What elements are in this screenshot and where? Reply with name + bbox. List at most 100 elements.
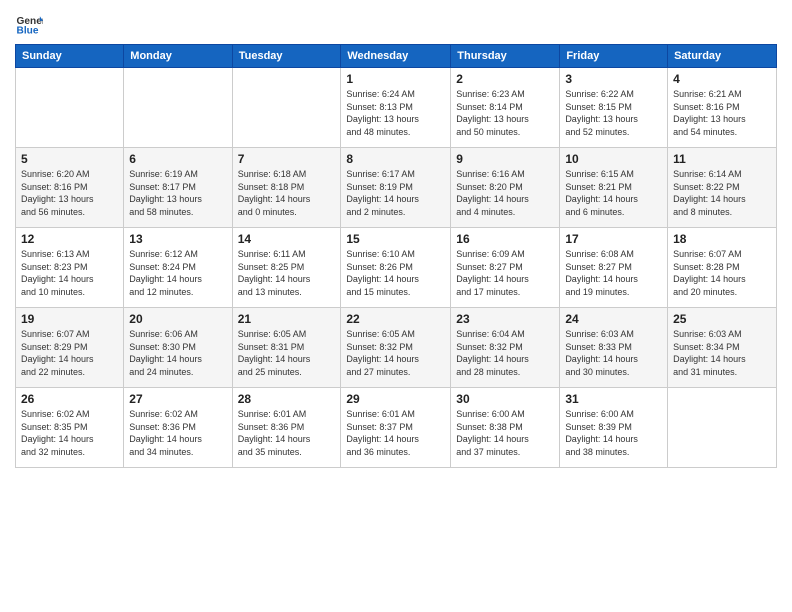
day-cell: 3 Sunrise: 6:22 AM Sunset: 8:15 PM Daylig… xyxy=(560,68,668,148)
day-number: 6 xyxy=(129,152,226,166)
weekday-header-thursday: Thursday xyxy=(451,45,560,68)
day-number: 19 xyxy=(21,312,118,326)
day-cell: 17Sunrise: 6:08 AM Sunset: 8:27 PM Dayli… xyxy=(560,228,668,308)
day-info: Sunrise: 6:11 AM Sunset: 8:25 PM Dayligh… xyxy=(238,248,336,298)
day-number: 30 xyxy=(456,392,554,406)
day-cell xyxy=(16,68,124,148)
day-cell: 20Sunrise: 6:06 AM Sunset: 8:30 PM Dayli… xyxy=(124,308,232,388)
week-row-1: 5 Sunrise: 6:20 AM Sunset: 8:16 PM Daylig… xyxy=(16,148,777,228)
day-info: Sunrise: 6:22 AM Sunset: 8:15 PM Dayligh… xyxy=(565,88,662,138)
day-cell: 4 Sunrise: 6:21 AM Sunset: 8:16 PM Daylig… xyxy=(668,68,777,148)
day-cell: 11 Sunrise: 6:14 AM Sunset: 8:22 PM Dayli… xyxy=(668,148,777,228)
day-number: 25 xyxy=(673,312,771,326)
day-info: Sunrise: 6:13 AM Sunset: 8:23 PM Dayligh… xyxy=(21,248,118,298)
day-cell: 29 Sunrise: 6:01 AM Sunset: 8:37 PM Dayli… xyxy=(341,388,451,468)
weekday-header-saturday: Saturday xyxy=(668,45,777,68)
day-number: 2 xyxy=(456,72,554,86)
day-cell xyxy=(668,388,777,468)
day-number: 9 xyxy=(456,152,554,166)
logo-icon: General Blue xyxy=(15,10,43,38)
day-info: Sunrise: 6:12 AM Sunset: 8:24 PM Dayligh… xyxy=(129,248,226,298)
day-cell: 28 Sunrise: 6:01 AM Sunset: 8:36 PM Dayli… xyxy=(232,388,341,468)
week-row-2: 12 Sunrise: 6:13 AM Sunset: 8:23 PM Dayli… xyxy=(16,228,777,308)
day-info: Sunrise: 6:02 AM Sunset: 8:35 PM Dayligh… xyxy=(21,408,118,458)
day-number: 18 xyxy=(673,232,771,246)
day-info: Sunrise: 6:06 AM Sunset: 8:30 PM Dayligh… xyxy=(129,328,226,378)
day-cell: 31 Sunrise: 6:00 AM Sunset: 8:39 PM Dayli… xyxy=(560,388,668,468)
week-row-4: 26 Sunrise: 6:02 AM Sunset: 8:35 PM Dayli… xyxy=(16,388,777,468)
svg-text:Blue: Blue xyxy=(17,25,39,36)
day-info: Sunrise: 6:07 AM Sunset: 8:28 PM Dayligh… xyxy=(673,248,771,298)
weekday-header-sunday: Sunday xyxy=(16,45,124,68)
weekday-header-tuesday: Tuesday xyxy=(232,45,341,68)
calendar-table: SundayMondayTuesdayWednesdayThursdayFrid… xyxy=(15,44,777,468)
day-info: Sunrise: 6:18 AM Sunset: 8:18 PM Dayligh… xyxy=(238,168,336,218)
day-number: 4 xyxy=(673,72,771,86)
day-number: 12 xyxy=(21,232,118,246)
day-number: 15 xyxy=(346,232,445,246)
week-row-3: 19 Sunrise: 6:07 AM Sunset: 8:29 PM Dayli… xyxy=(16,308,777,388)
day-info: Sunrise: 6:01 AM Sunset: 8:37 PM Dayligh… xyxy=(346,408,445,458)
day-cell: 7 Sunrise: 6:18 AM Sunset: 8:18 PM Daylig… xyxy=(232,148,341,228)
day-cell: 22Sunrise: 6:05 AM Sunset: 8:32 PM Dayli… xyxy=(341,308,451,388)
day-number: 31 xyxy=(565,392,662,406)
day-cell: 21Sunrise: 6:05 AM Sunset: 8:31 PM Dayli… xyxy=(232,308,341,388)
day-info: Sunrise: 6:09 AM Sunset: 8:27 PM Dayligh… xyxy=(456,248,554,298)
day-info: Sunrise: 6:17 AM Sunset: 8:19 PM Dayligh… xyxy=(346,168,445,218)
day-number: 10 xyxy=(565,152,662,166)
day-cell: 24 Sunrise: 6:03 AM Sunset: 8:33 PM Dayli… xyxy=(560,308,668,388)
day-info: Sunrise: 6:23 AM Sunset: 8:14 PM Dayligh… xyxy=(456,88,554,138)
day-number: 5 xyxy=(21,152,118,166)
weekday-row: SundayMondayTuesdayWednesdayThursdayFrid… xyxy=(16,45,777,68)
day-number: 26 xyxy=(21,392,118,406)
day-cell: 30 Sunrise: 6:00 AM Sunset: 8:38 PM Dayli… xyxy=(451,388,560,468)
calendar-header: SundayMondayTuesdayWednesdayThursdayFrid… xyxy=(16,45,777,68)
day-cell xyxy=(232,68,341,148)
day-info: Sunrise: 6:14 AM Sunset: 8:22 PM Dayligh… xyxy=(673,168,771,218)
day-cell: 13Sunrise: 6:12 AM Sunset: 8:24 PM Dayli… xyxy=(124,228,232,308)
day-number: 23 xyxy=(456,312,554,326)
day-number: 3 xyxy=(565,72,662,86)
day-cell: 10 Sunrise: 6:15 AM Sunset: 8:21 PM Dayli… xyxy=(560,148,668,228)
day-info: Sunrise: 6:20 AM Sunset: 8:16 PM Dayligh… xyxy=(21,168,118,218)
day-info: Sunrise: 6:10 AM Sunset: 8:26 PM Dayligh… xyxy=(346,248,445,298)
day-number: 7 xyxy=(238,152,336,166)
day-info: Sunrise: 6:24 AM Sunset: 8:13 PM Dayligh… xyxy=(346,88,445,138)
weekday-header-monday: Monday xyxy=(124,45,232,68)
logo: General Blue xyxy=(15,10,43,38)
day-info: Sunrise: 6:04 AM Sunset: 8:32 PM Dayligh… xyxy=(456,328,554,378)
day-number: 29 xyxy=(346,392,445,406)
day-number: 24 xyxy=(565,312,662,326)
day-info: Sunrise: 6:00 AM Sunset: 8:38 PM Dayligh… xyxy=(456,408,554,458)
day-number: 1 xyxy=(346,72,445,86)
day-info: Sunrise: 6:00 AM Sunset: 8:39 PM Dayligh… xyxy=(565,408,662,458)
day-cell: 9Sunrise: 6:16 AM Sunset: 8:20 PM Daylig… xyxy=(451,148,560,228)
day-cell: 15 Sunrise: 6:10 AM Sunset: 8:26 PM Dayli… xyxy=(341,228,451,308)
header: General Blue xyxy=(15,10,777,38)
day-info: Sunrise: 6:05 AM Sunset: 8:31 PM Dayligh… xyxy=(238,328,336,378)
day-cell: 26 Sunrise: 6:02 AM Sunset: 8:35 PM Dayli… xyxy=(16,388,124,468)
day-cell: 16 Sunrise: 6:09 AM Sunset: 8:27 PM Dayli… xyxy=(451,228,560,308)
day-cell xyxy=(124,68,232,148)
day-cell: 5 Sunrise: 6:20 AM Sunset: 8:16 PM Daylig… xyxy=(16,148,124,228)
day-cell: 8 Sunrise: 6:17 AM Sunset: 8:19 PM Daylig… xyxy=(341,148,451,228)
weekday-header-friday: Friday xyxy=(560,45,668,68)
day-number: 28 xyxy=(238,392,336,406)
page-container: General Blue SundayMondayTuesdayWednesda… xyxy=(0,0,792,478)
day-info: Sunrise: 6:15 AM Sunset: 8:21 PM Dayligh… xyxy=(565,168,662,218)
day-cell: 25Sunrise: 6:03 AM Sunset: 8:34 PM Dayli… xyxy=(668,308,777,388)
day-cell: 14Sunrise: 6:11 AM Sunset: 8:25 PM Dayli… xyxy=(232,228,341,308)
day-info: Sunrise: 6:21 AM Sunset: 8:16 PM Dayligh… xyxy=(673,88,771,138)
day-number: 22 xyxy=(346,312,445,326)
day-cell: 27Sunrise: 6:02 AM Sunset: 8:36 PM Dayli… xyxy=(124,388,232,468)
day-number: 8 xyxy=(346,152,445,166)
day-number: 16 xyxy=(456,232,554,246)
day-info: Sunrise: 6:03 AM Sunset: 8:33 PM Dayligh… xyxy=(565,328,662,378)
weekday-header-wednesday: Wednesday xyxy=(341,45,451,68)
day-number: 11 xyxy=(673,152,771,166)
day-info: Sunrise: 6:01 AM Sunset: 8:36 PM Dayligh… xyxy=(238,408,336,458)
day-number: 17 xyxy=(565,232,662,246)
calendar-body: 1 Sunrise: 6:24 AM Sunset: 8:13 PM Daylig… xyxy=(16,68,777,468)
day-info: Sunrise: 6:02 AM Sunset: 8:36 PM Dayligh… xyxy=(129,408,226,458)
day-info: Sunrise: 6:07 AM Sunset: 8:29 PM Dayligh… xyxy=(21,328,118,378)
